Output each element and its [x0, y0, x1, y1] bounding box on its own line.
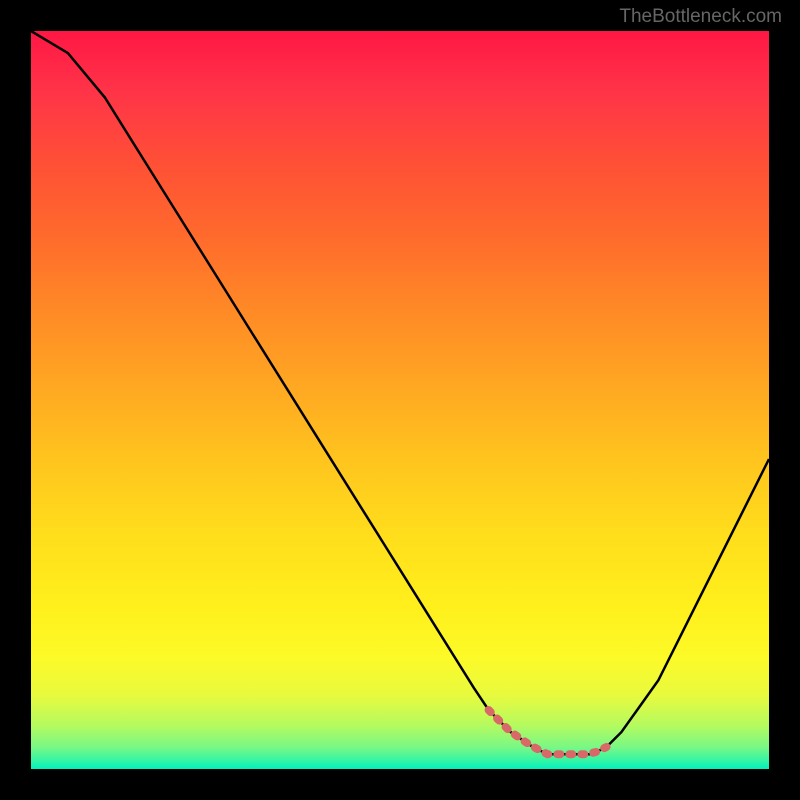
bottleneck-curve-svg	[31, 31, 769, 769]
watermark-text: TheBottleneck.com	[619, 6, 782, 28]
curve-line	[31, 31, 769, 754]
chart-container	[31, 31, 769, 769]
optimal-marker	[489, 710, 607, 754]
